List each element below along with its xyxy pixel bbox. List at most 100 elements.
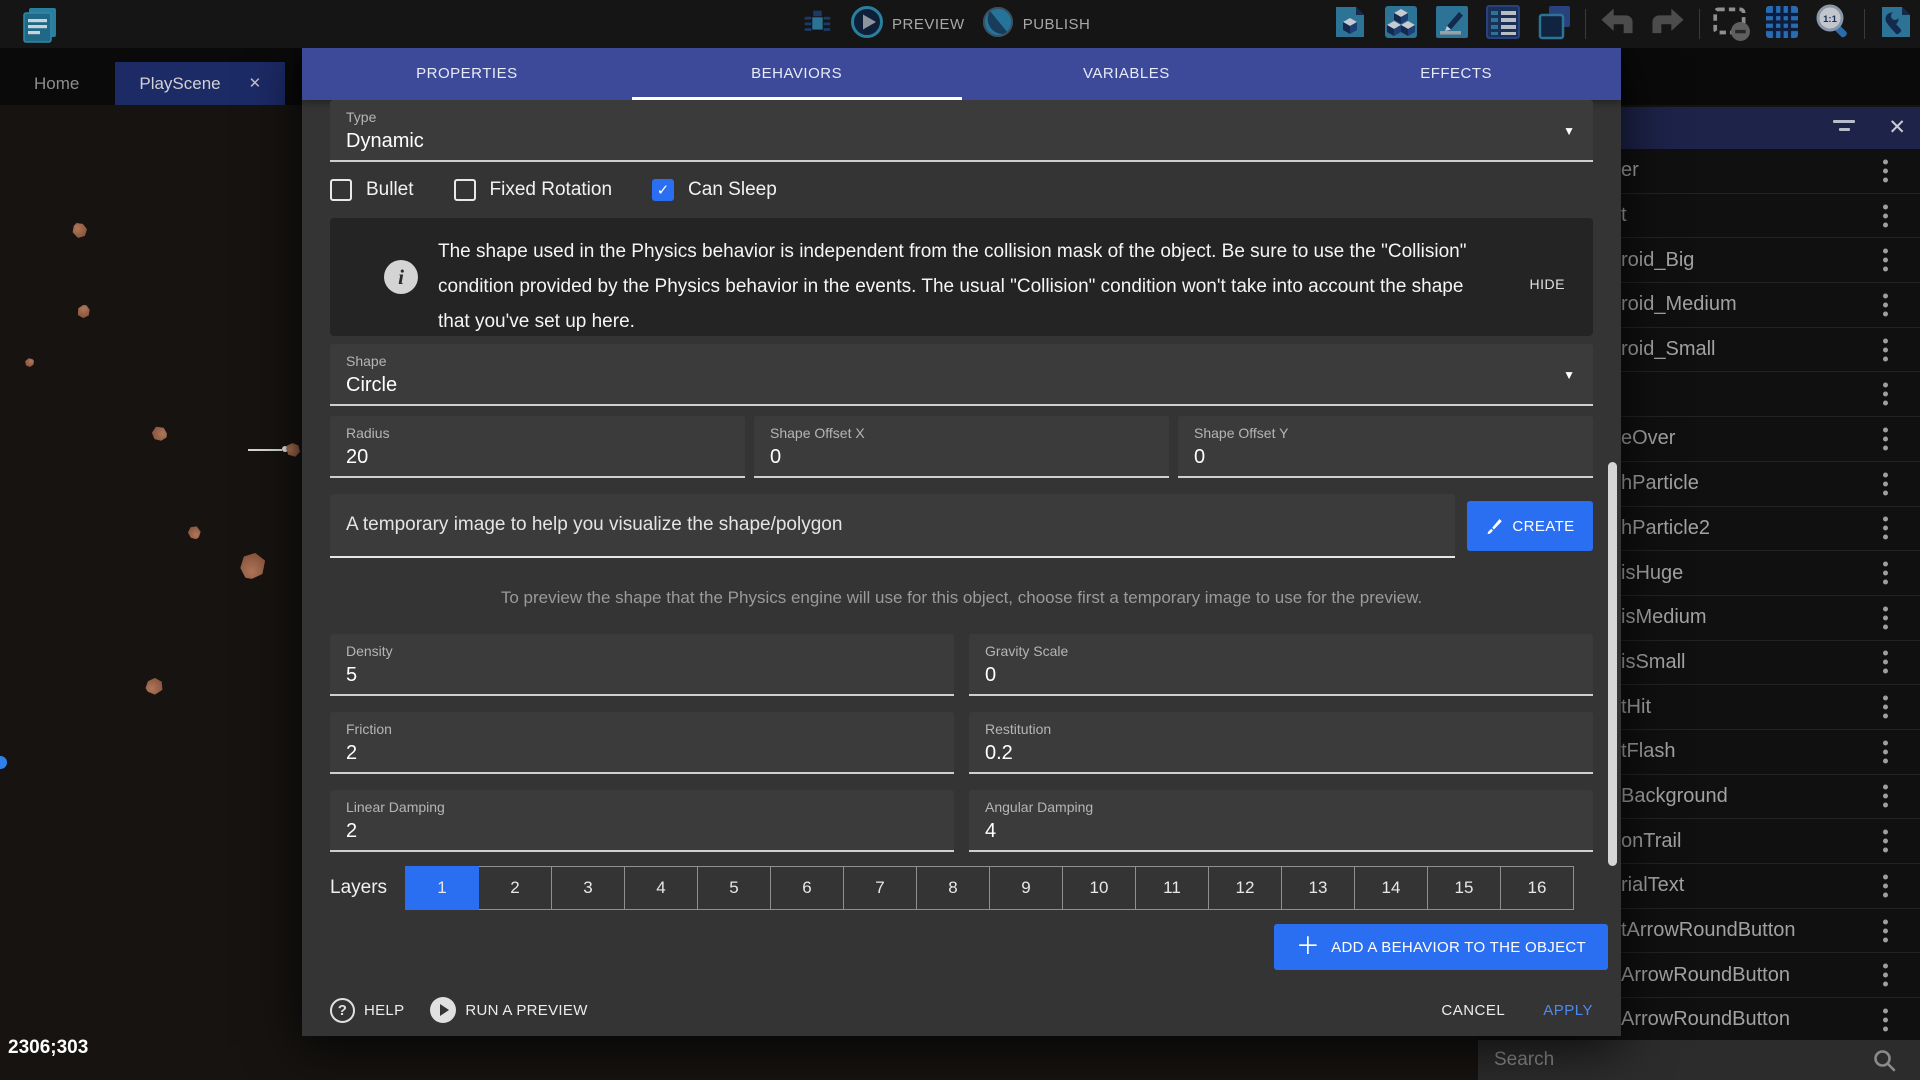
checkbox-label: Bullet — [366, 179, 414, 201]
layer-button-8[interactable]: 8 — [916, 866, 990, 910]
preview-hint: To preview the shape that the Physics en… — [330, 588, 1593, 608]
restitution-field[interactable]: Restitution 0.2 — [969, 712, 1593, 774]
close-panel-icon[interactable]: ✕ — [1888, 115, 1906, 140]
zoom-original-icon[interactable]: 1:1 — [1813, 2, 1853, 47]
project-manager-icon[interactable] — [18, 4, 60, 51]
field-label: Shape — [346, 353, 1577, 369]
dialog-tab-properties[interactable]: PROPERTIES — [302, 46, 632, 100]
filter-icon[interactable] — [1832, 120, 1856, 131]
play-icon — [430, 997, 456, 1023]
kebab-menu-icon[interactable] — [1883, 964, 1888, 987]
kebab-menu-icon[interactable] — [1883, 427, 1888, 450]
edit-scene-icon[interactable] — [1432, 2, 1472, 47]
layer-button-10[interactable]: 10 — [1062, 866, 1136, 910]
tab-playscene[interactable]: PlayScene ✕ — [115, 62, 285, 105]
apply-button[interactable]: APPLY — [1543, 1002, 1593, 1019]
kebab-menu-icon[interactable] — [1883, 606, 1888, 629]
debug-icon[interactable] — [800, 5, 834, 44]
help-button[interactable]: ? HELP — [330, 998, 404, 1023]
friction-field[interactable]: Friction 2 — [330, 712, 954, 774]
checkbox-fixed-rotation[interactable]: Fixed Rotation — [454, 179, 613, 201]
tab-label: Home — [34, 74, 79, 93]
cancel-button[interactable]: CANCEL — [1441, 1002, 1505, 1019]
layer-button-4[interactable]: 4 — [624, 866, 698, 910]
dialog-tab-effects[interactable]: EFFECTS — [1291, 46, 1621, 100]
kebab-menu-icon[interactable] — [1883, 830, 1888, 853]
debugger-tools-icon[interactable] — [1876, 2, 1916, 47]
open-layers-icon[interactable] — [1534, 2, 1574, 47]
mouse-coordinates: 2306;303 — [8, 1037, 88, 1059]
layer-button-2[interactable]: 2 — [478, 866, 552, 910]
deselect-icon[interactable] — [1711, 2, 1751, 47]
radius-field[interactable]: Radius 20 — [330, 416, 745, 478]
shape-select[interactable]: Shape Circle ▼ — [330, 344, 1593, 406]
shape-offset-x-field[interactable]: Shape Offset X 0 — [754, 416, 1169, 478]
kebab-menu-icon[interactable] — [1883, 472, 1888, 495]
checkbox-bullet[interactable]: Bullet — [330, 179, 414, 201]
kebab-menu-icon[interactable] — [1883, 651, 1888, 674]
angular-damping-field[interactable]: Angular Damping 4 — [969, 790, 1593, 852]
kebab-menu-icon[interactable] — [1883, 696, 1888, 719]
type-select[interactable]: Type Dynamic ▼ — [330, 100, 1593, 162]
kebab-menu-icon[interactable] — [1883, 785, 1888, 808]
layer-button-14[interactable]: 14 — [1354, 866, 1428, 910]
kebab-menu-icon[interactable] — [1883, 1008, 1888, 1031]
layer-button-15[interactable]: 15 — [1427, 866, 1501, 910]
kebab-menu-icon[interactable] — [1883, 338, 1888, 361]
kebab-menu-icon[interactable] — [1883, 562, 1888, 585]
preview-button[interactable]: PREVIEW — [850, 5, 965, 44]
layer-button-1[interactable]: 1 — [405, 866, 479, 910]
asteroid-sprite — [187, 525, 202, 540]
grid-icon[interactable] — [1762, 2, 1802, 47]
svg-text:1:1: 1:1 — [1823, 14, 1837, 25]
info-box: i The shape used in the Physics behavior… — [330, 218, 1593, 336]
checkbox-can-sleep[interactable]: ✓Can Sleep — [652, 179, 777, 201]
layer-button-9[interactable]: 9 — [989, 866, 1063, 910]
layer-button-6[interactable]: 6 — [770, 866, 844, 910]
temp-image-field[interactable]: A temporary image to help you visualize … — [330, 494, 1455, 558]
search-input[interactable] — [1494, 1049, 1854, 1071]
create-button[interactable]: CREATE — [1467, 501, 1593, 551]
kebab-menu-icon[interactable] — [1883, 740, 1888, 763]
linear-damping-field[interactable]: Linear Damping 2 — [330, 790, 954, 852]
layer-button-11[interactable]: 11 — [1135, 866, 1209, 910]
add-behavior-button[interactable]: ＋ ADD A BEHAVIOR TO THE OBJECT — [1274, 924, 1608, 970]
layer-button-7[interactable]: 7 — [843, 866, 917, 910]
asteroid-sprite — [235, 548, 271, 584]
dialog-scrollbar[interactable] — [1608, 462, 1617, 866]
kebab-menu-icon[interactable] — [1883, 874, 1888, 897]
kebab-menu-icon[interactable] — [1883, 249, 1888, 272]
dialog-tab-variables[interactable]: VARIABLES — [962, 46, 1292, 100]
layer-button-16[interactable]: 16 — [1500, 866, 1574, 910]
layer-button-12[interactable]: 12 — [1208, 866, 1282, 910]
edit-instances-icon[interactable] — [1381, 2, 1421, 47]
kebab-menu-icon[interactable] — [1883, 517, 1888, 540]
physics-behavior-dialog: PROPERTIESBEHAVIORSVARIABLESEFFECTS Type… — [302, 46, 1621, 1036]
shape-offset-y-field[interactable]: Shape Offset Y 0 — [1178, 416, 1593, 478]
close-tab-icon[interactable]: ✕ — [249, 62, 262, 105]
layer-button-3[interactable]: 3 — [551, 866, 625, 910]
kebab-menu-icon[interactable] — [1883, 293, 1888, 316]
publish-button[interactable]: PUBLISH — [981, 5, 1091, 44]
kebab-menu-icon[interactable] — [1883, 919, 1888, 942]
gravity-scale-field[interactable]: Gravity Scale 0 — [969, 634, 1593, 696]
field-label: Gravity Scale — [985, 643, 1577, 659]
density-field[interactable]: Density 5 — [330, 634, 954, 696]
info-icon: i — [384, 260, 418, 294]
edit-object-icon[interactable] — [1330, 2, 1370, 47]
open-events-icon[interactable] — [1483, 2, 1523, 47]
run-preview-button[interactable]: RUN A PREVIEW — [430, 997, 587, 1023]
kebab-menu-icon[interactable] — [1883, 204, 1888, 227]
dialog-tab-behaviors[interactable]: BEHAVIORS — [632, 46, 962, 100]
layer-button-5[interactable]: 5 — [697, 866, 771, 910]
kebab-menu-icon[interactable] — [1883, 383, 1888, 406]
asteroid-sprite — [72, 223, 87, 238]
layer-button-13[interactable]: 13 — [1281, 866, 1355, 910]
tab-home[interactable]: Home — [10, 62, 103, 105]
undo-icon[interactable] — [1597, 2, 1637, 47]
hide-button[interactable]: HIDE — [1530, 276, 1565, 292]
kebab-menu-icon[interactable] — [1883, 159, 1888, 182]
field-label: Radius — [346, 425, 729, 441]
redo-icon[interactable] — [1648, 2, 1688, 47]
layers-row: Layers 12345678910111213141516 — [330, 866, 1593, 910]
